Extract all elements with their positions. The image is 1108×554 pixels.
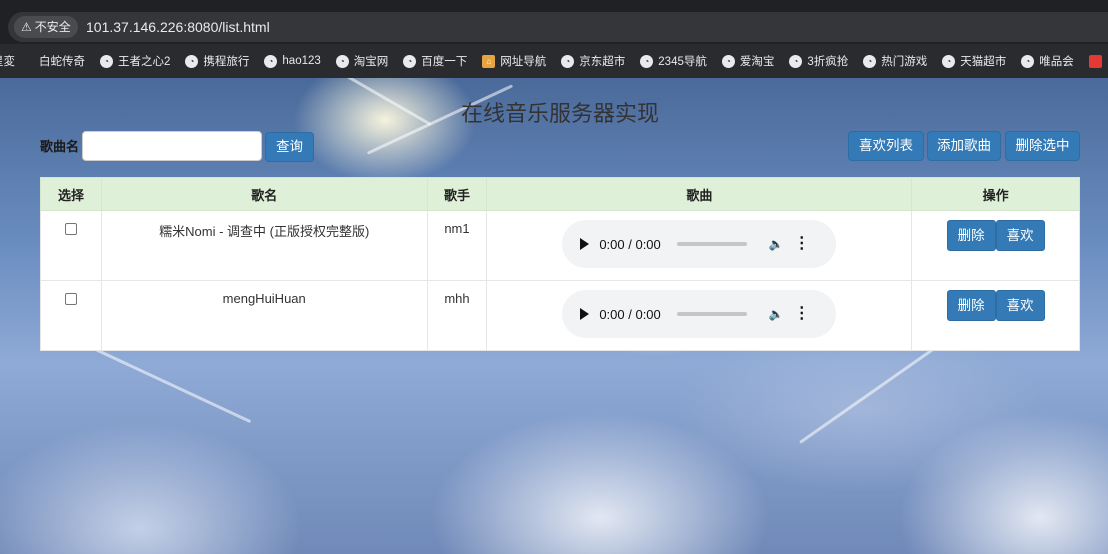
more-options-icon[interactable]: ⋮: [794, 306, 810, 322]
bookmark-item[interactable]: ◔ 京东超市: [561, 53, 625, 69]
add-song-button[interactable]: 添加歌曲: [927, 131, 1001, 161]
bookmark-item[interactable]: 星変: [0, 53, 15, 69]
song-name-cell: 糯米Nomi - 调查中 (正版授权完整版): [100, 210, 428, 281]
bookmark-item[interactable]: ◔ 爱淘宝: [721, 53, 774, 69]
song-name-cell: mengHuiHuan: [100, 280, 428, 351]
security-indicator[interactable]: ⚠ 不安全: [14, 16, 78, 38]
bookmark-item[interactable]: ◔ 唯品会: [1021, 53, 1074, 69]
row-checkbox[interactable]: [64, 293, 77, 305]
bookmark-item[interactable]: ◔ hao123: [264, 54, 321, 68]
page-background: 在线音乐服务器实现 歌曲名 查询 喜欢列表 添加歌曲 删除选中 选择 歌名 歌手…: [0, 78, 1108, 554]
table-row: mengHuiHuan mhh 0:00 / 0:00 🔈 ⋮ 删除 喜欢: [40, 280, 1080, 351]
play-icon[interactable]: [580, 238, 590, 250]
like-song-button[interactable]: 喜欢: [995, 220, 1045, 251]
globe-icon: ◔: [789, 54, 803, 68]
play-icon[interactable]: [580, 308, 590, 320]
audio-player[interactable]: 0:00 / 0:00 🔈 ⋮: [562, 220, 837, 268]
header-name: 歌名: [100, 177, 428, 211]
volume-icon[interactable]: 🔈: [769, 237, 784, 251]
bookmark-item[interactable]: 白蛇传奇: [39, 53, 85, 69]
globe-icon: ◔: [942, 54, 956, 68]
ops-cell: 删除 喜欢: [911, 210, 1080, 281]
security-label: 不安全: [34, 20, 71, 34]
globe-icon: ◔: [561, 54, 575, 68]
bookmark-item[interactable]: ◔ 天猫超市: [942, 53, 1006, 69]
globe-icon: ◔: [863, 54, 877, 68]
globe-icon: ◔: [264, 54, 278, 68]
bookmark-item[interactable]: ◔ 百度一下: [403, 53, 467, 69]
song-name-search-input[interactable]: [82, 131, 262, 161]
audio-player[interactable]: 0:00 / 0:00 🔈 ⋮: [562, 290, 837, 338]
song-table: 选择 歌名 歌手 歌曲 操作 糯米Nomi - 调查中 (正版授权完整版) nm…: [40, 177, 1080, 351]
delete-selected-button[interactable]: 删除选中: [1005, 131, 1080, 161]
delete-song-button[interactable]: 删除: [946, 290, 996, 321]
row-checkbox[interactable]: [64, 223, 77, 235]
globe-icon: ◔: [100, 54, 113, 68]
url-text[interactable]: 101.37.146.226:8080/list.html: [86, 18, 270, 36]
singer-cell: mhh: [426, 280, 488, 351]
search-button[interactable]: 查询: [265, 132, 314, 162]
warning-triangle-icon: ⚠: [21, 20, 32, 34]
more-options-icon[interactable]: ⋮: [794, 236, 810, 252]
playback-time: 0:00 / 0:00: [599, 306, 661, 322]
globe-icon: ◔: [640, 54, 654, 68]
header-ops: 操作: [911, 177, 1080, 211]
delete-song-button[interactable]: 删除: [946, 220, 996, 251]
table-row: 糯米Nomi - 调查中 (正版授权完整版) nm1 0:00 / 0:00 🔈…: [40, 210, 1080, 281]
browser-address-bar: ⚠ 不安全 101.37.146.226:8080/list.html: [0, 0, 1108, 44]
house-icon: ⌂: [482, 54, 496, 68]
header-singer: 歌手: [426, 177, 488, 211]
singer-cell: nm1: [426, 210, 488, 281]
globe-icon: ◔: [403, 54, 417, 68]
bookmark-item[interactable]: [1088, 54, 1102, 68]
select-cell: [40, 210, 102, 281]
bookmark-icon: [1088, 54, 1102, 68]
header-song: 歌曲: [486, 177, 913, 211]
bookmark-item[interactable]: ◔ 热门游戏: [863, 53, 927, 69]
bookmark-item[interactable]: ◔ 淘宝网: [335, 53, 388, 69]
seek-slider[interactable]: [676, 312, 747, 316]
like-song-button[interactable]: 喜欢: [995, 290, 1045, 321]
globe-icon: ◔: [185, 54, 199, 68]
playback-time: 0:00 / 0:00: [599, 236, 661, 252]
globe-icon: ◔: [335, 54, 349, 68]
bookmark-item[interactable]: ⌂ 网址导航: [482, 53, 546, 69]
like-list-button[interactable]: 喜欢列表: [848, 131, 924, 161]
seek-slider[interactable]: [676, 242, 747, 246]
search-label: 歌曲名: [40, 139, 80, 154]
bookmarks-bar: 星変 白蛇传奇 ◔王者之心2 ◔携程旅行 ◔hao123 ◔淘宝网 ◔百度一下 …: [0, 44, 1108, 78]
page-title: 在线音乐服务器实现: [460, 101, 659, 126]
globe-icon: ◔: [721, 54, 735, 68]
bookmark-item[interactable]: ◔ 2345导航: [640, 53, 707, 69]
select-cell: [40, 280, 102, 351]
audio-cell: 0:00 / 0:00 🔈 ⋮: [486, 280, 913, 351]
header-select: 选择: [40, 177, 102, 211]
audio-cell: 0:00 / 0:00 🔈 ⋮: [486, 210, 913, 281]
bookmark-item[interactable]: ◔ 王者之心2: [100, 53, 170, 69]
ops-cell: 删除 喜欢: [911, 280, 1080, 351]
table-header-row: 选择 歌名 歌手 歌曲 操作: [40, 177, 1080, 211]
bookmark-item[interactable]: ◔ 携程旅行: [185, 53, 249, 69]
volume-icon[interactable]: 🔈: [769, 307, 784, 321]
globe-icon: ◔: [1021, 54, 1035, 68]
bookmark-item[interactable]: ◔ 3折疯抢: [789, 53, 848, 69]
